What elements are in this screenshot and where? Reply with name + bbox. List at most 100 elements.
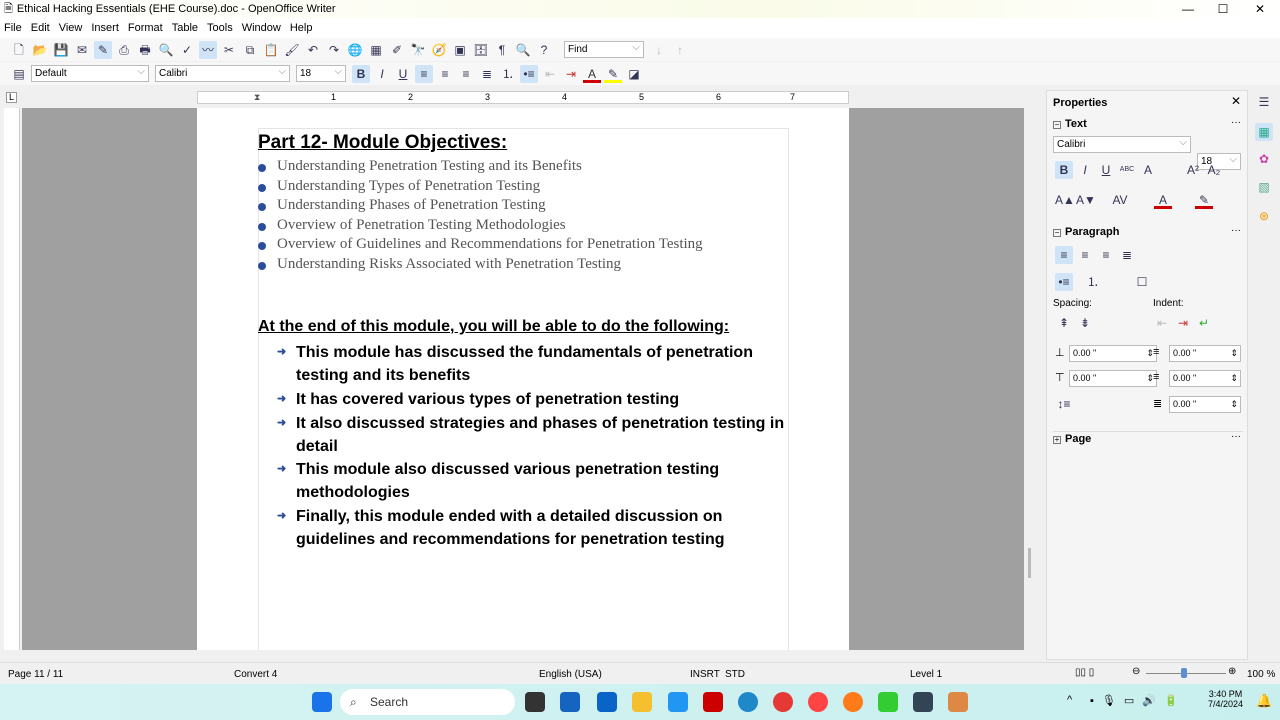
firefox-icon[interactable] <box>843 692 863 712</box>
italic-icon[interactable]: I <box>1076 161 1094 179</box>
underline-icon[interactable]: U <box>1097 161 1115 179</box>
menu-edit[interactable]: Edit <box>31 22 50 34</box>
background-color-icon[interactable]: ◪ <box>625 65 643 83</box>
calendar-icon[interactable] <box>913 692 933 712</box>
menu-table[interactable]: Table <box>172 22 198 34</box>
styles-deck-icon[interactable]: ✿ <box>1255 150 1273 168</box>
menu-insert[interactable]: Insert <box>91 22 119 34</box>
save-icon[interactable]: 💾 <box>52 41 70 59</box>
highlight-icon[interactable]: ✎ <box>604 65 622 83</box>
horizontal-ruler[interactable]: ⧗ 1 2 3 4 5 6 7 <box>197 91 849 104</box>
text-section-header[interactable]: − Text <box>1053 118 1087 130</box>
strikethrough-icon[interactable]: ABC <box>1118 161 1136 179</box>
view-layout-icon[interactable]: ▯▯ ▯ <box>1075 667 1094 678</box>
draw-icon[interactable]: ✐ <box>388 41 406 59</box>
spacing-above-input[interactable]: 0.00 " <box>1069 345 1157 362</box>
clone-format-icon[interactable]: 🖌 <box>283 41 301 59</box>
scroll-thumb[interactable] <box>1028 548 1031 578</box>
export-pdf-icon[interactable]: ⎙ <box>115 41 133 59</box>
numbering-icon[interactable]: ⒈ <box>1084 273 1102 291</box>
paragraph-section-header[interactable]: − Paragraph <box>1053 226 1119 238</box>
chat-icon[interactable] <box>878 692 898 712</box>
taskbar-search[interactable]: ⌕ Search <box>340 689 515 715</box>
hanging-indent-icon[interactable]: ↵ <box>1195 314 1213 332</box>
font-size-select[interactable]: 18 <box>296 64 346 82</box>
copy-icon[interactable]: ⧉ <box>241 41 259 59</box>
paragraph-background-icon[interactable]: ☐ <box>1133 273 1151 291</box>
align-left-icon[interactable]: ≡ <box>1055 246 1073 264</box>
start-icon[interactable] <box>312 692 332 712</box>
store-icon[interactable] <box>560 692 580 712</box>
undo-icon[interactable]: ↶ <box>304 41 322 59</box>
more-options-icon[interactable]: ··· <box>1231 225 1241 236</box>
font-name-select[interactable]: Calibri <box>155 64 290 82</box>
task-view-icon[interactable] <box>525 692 545 712</box>
align-right-icon[interactable]: ≡ <box>1097 246 1115 264</box>
table-icon[interactable]: ▦ <box>367 41 385 59</box>
navigator-icon[interactable]: 🧭 <box>430 41 448 59</box>
gallery-icon[interactable]: ▣ <box>451 41 469 59</box>
insert-mode[interactable]: INSRT <box>690 669 720 680</box>
formatting-marks-icon[interactable]: ¶ <box>493 41 511 59</box>
indent-marker-icon[interactable]: ⧗ <box>254 92 260 103</box>
indent-after-input[interactable]: 0.00 " <box>1169 370 1241 387</box>
increase-indent-icon[interactable]: ⇥ <box>1174 314 1192 332</box>
decrease-spacing-icon[interactable]: ⇟ <box>1076 314 1094 332</box>
font-color-icon[interactable]: A <box>583 65 601 83</box>
acrobat-icon[interactable] <box>703 692 723 712</box>
properties-deck-icon[interactable]: ▦ <box>1255 123 1273 141</box>
first-line-indent-input[interactable]: 0.00 " <box>1169 396 1241 413</box>
paste-icon[interactable]: 📋 <box>262 41 280 59</box>
help-icon[interactable]: ? <box>535 41 553 59</box>
close-sidebar-icon[interactable]: ✕ <box>1231 94 1241 108</box>
justify-icon[interactable]: ≣ <box>478 65 496 83</box>
selection-mode[interactable]: STD <box>725 669 745 680</box>
horizontal-scrollbar[interactable] <box>0 650 1040 662</box>
page-style[interactable]: Convert 4 <box>234 669 277 680</box>
menu-help[interactable]: Help <box>290 22 313 34</box>
print-preview-icon[interactable]: 🔍 <box>157 41 175 59</box>
recorder-icon[interactable] <box>808 692 828 712</box>
minimize-button[interactable]: — <box>1170 0 1206 18</box>
vertical-ruler[interactable] <box>4 108 20 650</box>
edge-icon[interactable] <box>738 692 758 712</box>
bold-icon[interactable]: B <box>1055 161 1073 179</box>
document-page[interactable]: Part 12- Module Objectives: Understandin… <box>197 108 849 650</box>
decrease-indent-icon[interactable]: ⇤ <box>541 65 559 83</box>
indent-before-input[interactable]: 0.00 " <box>1169 345 1241 362</box>
redo-icon[interactable]: ↷ <box>325 41 343 59</box>
superscript-icon[interactable]: A² <box>1184 161 1202 179</box>
openoffice-icon[interactable] <box>668 692 688 712</box>
vertical-scrollbar[interactable] <box>1024 108 1038 650</box>
subscript-icon[interactable]: A₂ <box>1205 161 1223 179</box>
email-icon[interactable]: ✉ <box>73 41 91 59</box>
decrease-indent-icon[interactable]: ⇤ <box>1153 314 1171 332</box>
spacing-below-input[interactable]: 0.00 " <box>1069 370 1157 387</box>
grow-font-icon[interactable]: A▲ <box>1055 191 1075 209</box>
shadow-icon[interactable]: A <box>1139 161 1157 179</box>
edit-mode-icon[interactable]: ✎ <box>94 40 112 59</box>
page-section-header[interactable]: + Page <box>1053 431 1243 445</box>
zoom-level[interactable]: 100 % <box>1247 669 1275 680</box>
notification-bell-icon[interactable]: 🔔 <box>1256 693 1272 709</box>
paragraph-style-select[interactable]: Default <box>31 64 149 82</box>
navigator-deck-icon[interactable]: ⊛ <box>1255 207 1273 225</box>
gallery-deck-icon[interactable]: ▧ <box>1255 178 1273 196</box>
more-options-icon[interactable]: ··· <box>1231 117 1241 128</box>
sidebar-menu-icon[interactable]: ☰ <box>1255 93 1273 111</box>
file-explorer-icon[interactable] <box>632 692 652 712</box>
align-center-icon[interactable]: ≡ <box>436 65 454 83</box>
sidebar-font-select[interactable]: Calibri <box>1053 135 1191 153</box>
zoom-icon[interactable]: 🔍 <box>514 41 532 59</box>
new-icon[interactable]: 🗋 <box>10 41 28 59</box>
tray-icons[interactable]: ▪🎙▭🔊🔋 <box>1090 694 1186 707</box>
maximize-button[interactable]: ☐ <box>1205 0 1241 18</box>
menu-format[interactable]: Format <box>128 22 163 34</box>
more-options-icon[interactable]: ··· <box>1231 431 1241 442</box>
find-replace-icon[interactable]: 🔭 <box>409 41 427 59</box>
italic-icon[interactable]: I <box>373 65 391 83</box>
increase-indent-icon[interactable]: ⇥ <box>562 65 580 83</box>
menu-window[interactable]: Window <box>242 22 281 34</box>
font-color-icon[interactable]: A <box>1154 191 1172 209</box>
print-icon[interactable]: 🖶 <box>136 41 154 59</box>
